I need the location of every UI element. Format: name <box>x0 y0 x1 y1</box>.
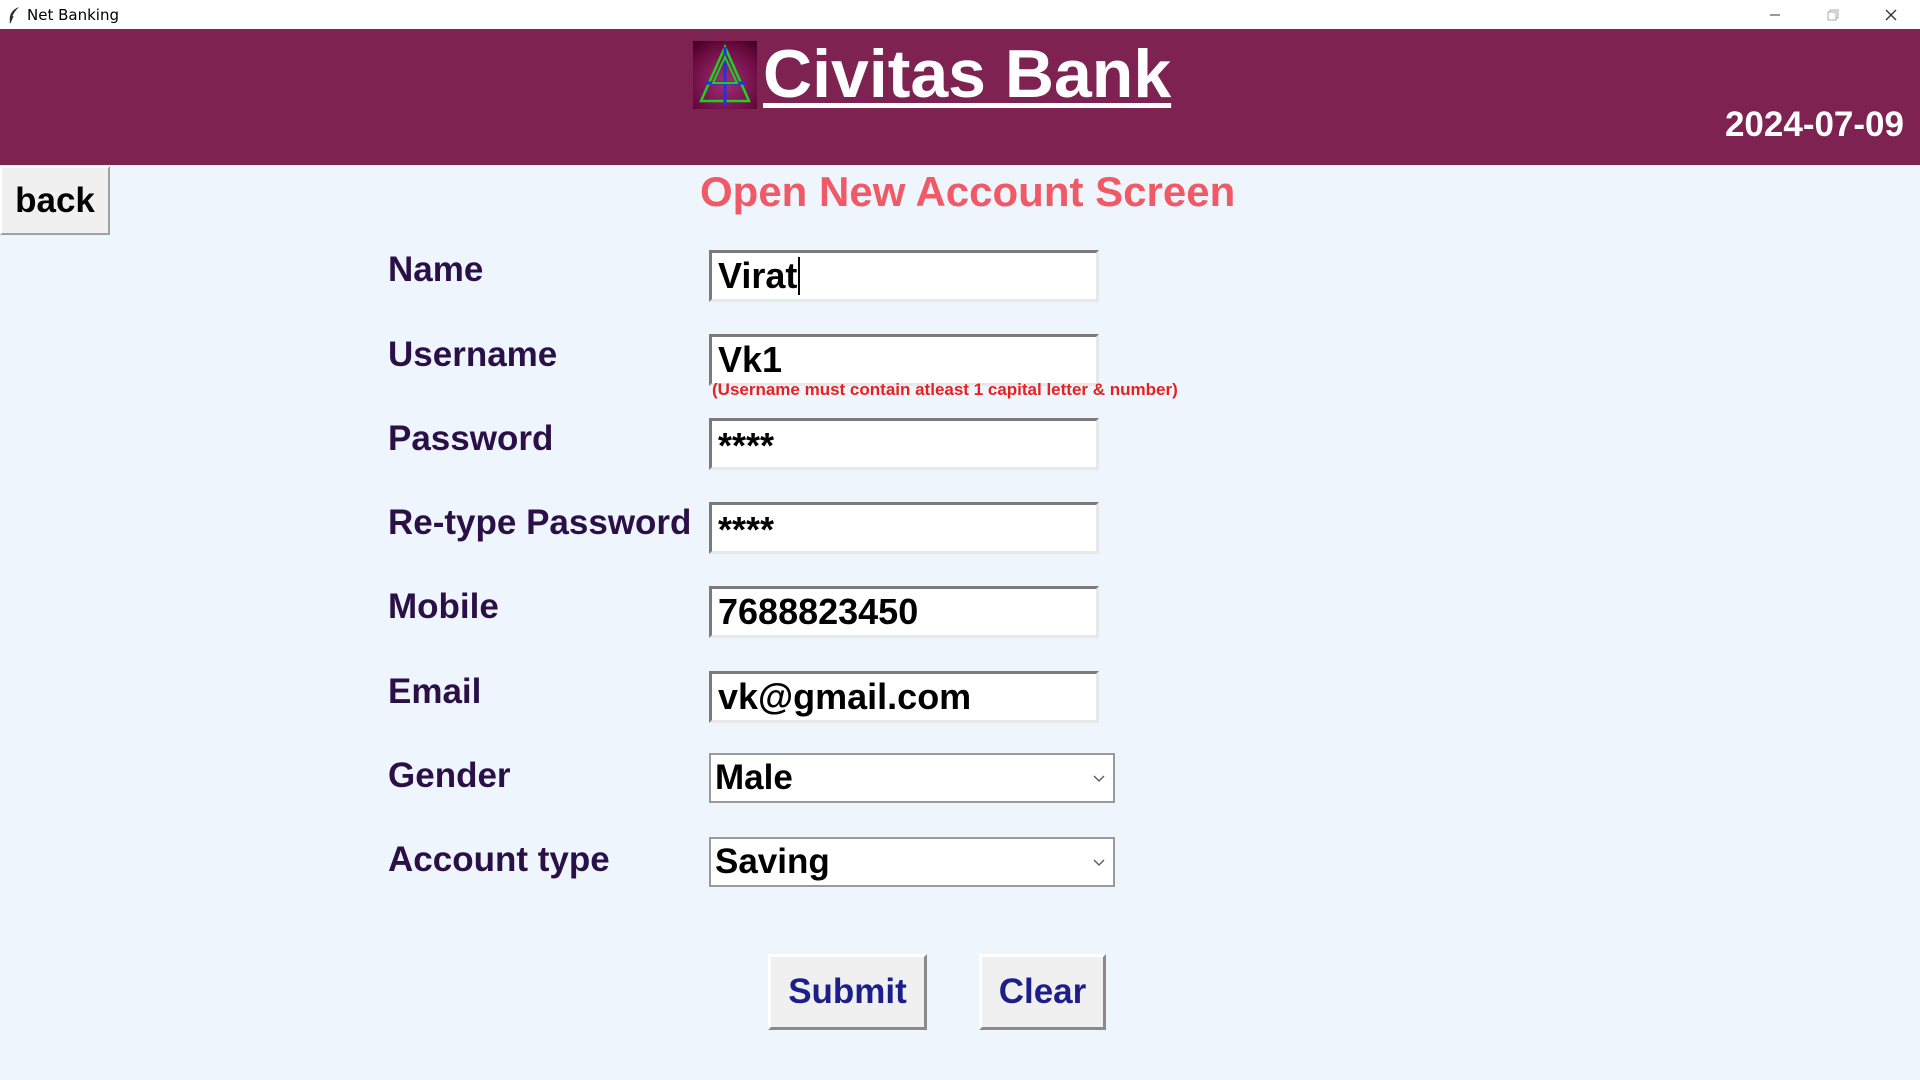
email-field[interactable]: vk@gmail.com <box>709 671 1099 723</box>
retype-password-field[interactable]: **** <box>709 502 1099 554</box>
retype-password-label: Re-type Password <box>388 503 692 542</box>
window-titlebar: Net Banking <box>0 0 1920 29</box>
text-caret <box>798 257 801 295</box>
chevron-down-icon[interactable] <box>1089 767 1109 791</box>
name-label: Name <box>388 250 484 289</box>
maximize-icon[interactable] <box>1804 0 1862 29</box>
submit-button[interactable]: Submit <box>768 954 927 1030</box>
gender-label: Gender <box>388 756 511 795</box>
name-value: Virat <box>718 255 798 296</box>
mobile-label: Mobile <box>388 587 499 626</box>
window-title: Net Banking <box>27 5 119 24</box>
account-type-select[interactable]: Saving <box>709 837 1115 887</box>
clear-button[interactable]: Clear <box>979 954 1106 1030</box>
back-button[interactable]: back <box>0 166 110 235</box>
current-date: 2024-07-09 <box>1724 105 1904 144</box>
gender-value: Male <box>715 758 793 797</box>
minimize-icon[interactable] <box>1746 0 1804 29</box>
username-label: Username <box>388 335 558 374</box>
account-type-label: Account type <box>388 840 610 879</box>
username-field[interactable]: Vk1 <box>709 334 1099 386</box>
close-icon[interactable] <box>1862 0 1920 29</box>
username-hint: (Username must contain atleast 1 capital… <box>712 380 1178 399</box>
mobile-field[interactable]: 7688823450 <box>709 586 1099 638</box>
name-field[interactable]: Virat <box>709 250 1099 302</box>
password-label: Password <box>388 419 554 458</box>
feather-icon <box>4 5 24 25</box>
password-field[interactable]: **** <box>709 418 1099 470</box>
account-type-value: Saving <box>715 842 830 881</box>
gender-select[interactable]: Male <box>709 753 1115 803</box>
bank-header: Civitas Bank 2024-07-09 <box>0 29 1920 165</box>
bank-logo <box>693 41 757 109</box>
email-label: Email <box>388 672 482 711</box>
bank-name: Civitas Bank <box>763 36 1172 112</box>
page-title: Open New Account Screen <box>700 168 1236 215</box>
chevron-down-icon[interactable] <box>1089 851 1109 875</box>
